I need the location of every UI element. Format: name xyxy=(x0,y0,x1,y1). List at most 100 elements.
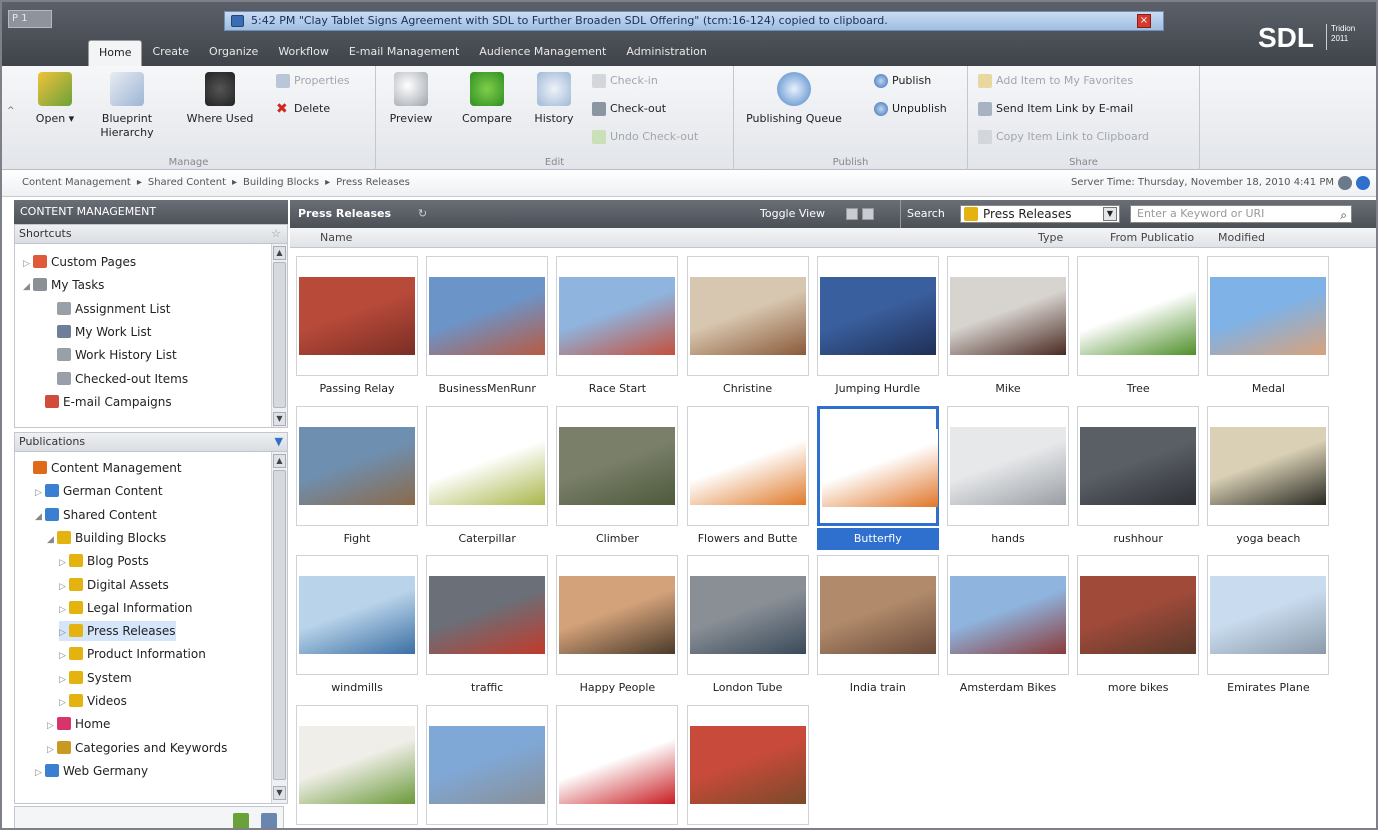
tree-item-product-information[interactable]: ▷ Product Information xyxy=(59,644,206,664)
expand-icon[interactable]: ▷ xyxy=(59,646,69,666)
tab-create[interactable]: Create xyxy=(142,40,199,66)
thumbnail-item[interactable]: Jumping Hurdle xyxy=(816,256,939,402)
workspace-badge[interactable]: P 1 xyxy=(8,10,52,28)
expand-icon[interactable]: ▷ xyxy=(35,483,45,503)
breadcrumb-item[interactable]: Content Management xyxy=(22,170,131,196)
chevron-down-icon[interactable]: ▼ xyxy=(1103,207,1117,221)
expand-icon[interactable]: ▷ xyxy=(23,254,33,274)
grid-view-icon[interactable] xyxy=(862,208,874,220)
thumbnail-item[interactable]: Flowers and Butte xyxy=(686,405,809,552)
expand-icon[interactable]: ▷ xyxy=(59,623,69,643)
thumbnail-item[interactable] xyxy=(686,704,809,829)
tab-home[interactable]: Home xyxy=(88,40,143,66)
collapse-icon[interactable]: ◢ xyxy=(35,507,45,527)
expand-icon[interactable]: ▷ xyxy=(59,577,69,597)
properties-button[interactable]: Properties xyxy=(276,74,350,88)
list-view-icon[interactable] xyxy=(846,208,858,220)
thumbnail-item[interactable]: London Tube xyxy=(686,555,809,701)
scroll-thumb[interactable] xyxy=(273,262,286,408)
delete-button[interactable]: ✖ Delete xyxy=(276,102,330,116)
search-icon[interactable]: ⌕ xyxy=(1340,207,1347,223)
thumbnail-item[interactable] xyxy=(556,704,679,829)
tree-item-e-mail-campaigns[interactable]: E-mail Campaigns xyxy=(35,392,172,412)
thumbnail-item[interactable]: Christine xyxy=(686,256,809,402)
column-type[interactable]: Type xyxy=(1038,228,1063,248)
tree-item-web-germany[interactable]: ▷ Web Germany xyxy=(35,761,148,781)
refresh-icon[interactable]: ↻ xyxy=(418,200,427,228)
tree-item-blog-posts[interactable]: ▷ Blog Posts xyxy=(59,551,149,571)
thumbnail-item[interactable]: Caterpillar xyxy=(426,405,549,552)
thumbnail-item[interactable]: India train xyxy=(816,555,939,701)
thumbnail-item[interactable]: Fight xyxy=(296,405,418,552)
thumbnail-item[interactable]: rushhour xyxy=(1077,405,1200,552)
tree-item-digital-assets[interactable]: ▷ Digital Assets xyxy=(59,575,169,595)
shortcuts-scrollbar[interactable]: ▲ ▼ xyxy=(271,244,287,427)
collapse-icon[interactable]: ◢ xyxy=(47,530,57,550)
tree-item-system[interactable]: ▷ System xyxy=(59,668,132,688)
undo-check-out-button[interactable]: Undo Check-out xyxy=(592,130,698,144)
thumbnail-item[interactable]: Butterfly xyxy=(816,405,939,552)
history-button[interactable]: History xyxy=(528,72,580,126)
scroll-thumb[interactable] xyxy=(273,470,286,780)
expand-icon[interactable]: ▷ xyxy=(59,670,69,690)
scroll-up-icon[interactable]: ▲ xyxy=(273,454,286,468)
tree-view-icon[interactable] xyxy=(233,813,249,828)
tab-organize[interactable]: Organize xyxy=(199,40,268,66)
close-icon[interactable]: × xyxy=(1137,14,1151,28)
notification-bar[interactable]: 5:42 PM "Clay Tablet Signs Agreement wit… xyxy=(224,11,1164,31)
thumbnail-item[interactable]: Tree xyxy=(1077,256,1200,402)
publishing-queue-button[interactable]: Publishing Queue xyxy=(742,72,846,126)
expand-icon[interactable]: ▷ xyxy=(35,763,45,783)
column-name[interactable]: Name xyxy=(320,228,352,248)
tab-administration[interactable]: Administration xyxy=(616,40,717,66)
tree-item-legal-information[interactable]: ▷ Legal Information xyxy=(59,598,192,618)
unpublish-button[interactable]: Unpublish xyxy=(874,102,947,116)
expand-icon[interactable]: ▷ xyxy=(47,716,57,736)
breadcrumb-item[interactable]: Shared Content xyxy=(148,170,226,196)
tree-item-work-history-list[interactable]: Work History List xyxy=(47,345,177,365)
thumbnail-item[interactable] xyxy=(296,704,418,829)
tree-item-building-blocks[interactable]: ◢ Building Blocks xyxy=(47,528,166,548)
column-modified[interactable]: Modified xyxy=(1218,228,1265,248)
thumbnail-item[interactable]: more bikes xyxy=(1077,555,1200,701)
tree-item-content-management[interactable]: Content Management xyxy=(23,458,182,478)
thumbnail-item[interactable]: hands xyxy=(947,405,1069,552)
tab-workflow[interactable]: Workflow xyxy=(268,40,339,66)
publications-scrollbar[interactable]: ▲ ▼ xyxy=(271,452,287,803)
scroll-up-icon[interactable]: ▲ xyxy=(273,246,286,260)
send-link-button[interactable]: Send Item Link by E-mail xyxy=(978,102,1133,116)
search-input[interactable]: Enter a Keyword or URI ⌕ xyxy=(1130,205,1352,223)
add-favorites-button[interactable]: Add Item to My Favorites xyxy=(978,74,1133,88)
compare-button[interactable]: Compare xyxy=(454,72,520,126)
copy-link-button[interactable]: Copy Item Link to Clipboard xyxy=(978,130,1149,144)
thumbnail-item[interactable]: windmills xyxy=(296,555,418,701)
breadcrumb-item[interactable]: Building Blocks xyxy=(243,170,319,196)
thumbnail-item[interactable]: Mike xyxy=(947,256,1069,402)
breadcrumb-item[interactable]: Press Releases xyxy=(336,170,410,196)
publish-button[interactable]: Publish xyxy=(874,74,931,88)
tree-item-assignment-list[interactable]: Assignment List xyxy=(47,299,170,319)
tree-item-checked-out-items[interactable]: Checked-out Items xyxy=(47,369,188,389)
filter-icon[interactable]: ▼ xyxy=(275,433,283,451)
expand-icon[interactable]: ▷ xyxy=(47,740,57,760)
thumbnail-item[interactable]: traffic xyxy=(426,555,549,701)
thumbnail-item[interactable]: Happy People xyxy=(556,555,679,701)
thumbnail-item[interactable]: BusinessMenRunr xyxy=(426,256,549,402)
tab-e-mail-management[interactable]: E-mail Management xyxy=(339,40,469,66)
list-view-icon[interactable] xyxy=(261,813,277,828)
tree-item-my-work-list[interactable]: My Work List xyxy=(47,322,151,342)
tree-item-custom-pages[interactable]: ▷ Custom Pages xyxy=(23,252,136,272)
scroll-down-icon[interactable]: ▼ xyxy=(273,786,286,800)
tree-item-videos[interactable]: ▷ Videos xyxy=(59,691,127,711)
thumbnail-item[interactable]: Passing Relay xyxy=(296,256,418,402)
tree-item-home[interactable]: ▷ Home xyxy=(47,714,110,734)
expand-icon[interactable]: ▷ xyxy=(59,553,69,573)
thumbnail-item[interactable]: Emirates Plane xyxy=(1207,555,1330,701)
scroll-down-icon[interactable]: ▼ xyxy=(273,412,286,426)
tree-item-press-releases[interactable]: ▷ Press Releases xyxy=(59,621,176,643)
thumbnail-item[interactable]: Climber xyxy=(556,405,679,552)
where-used-button[interactable]: Where Used xyxy=(174,72,266,126)
open-button[interactable]: Open ▾ xyxy=(30,72,80,126)
thumbnail-item[interactable]: Race Start xyxy=(556,256,679,402)
thumbnail-item[interactable] xyxy=(426,704,549,829)
